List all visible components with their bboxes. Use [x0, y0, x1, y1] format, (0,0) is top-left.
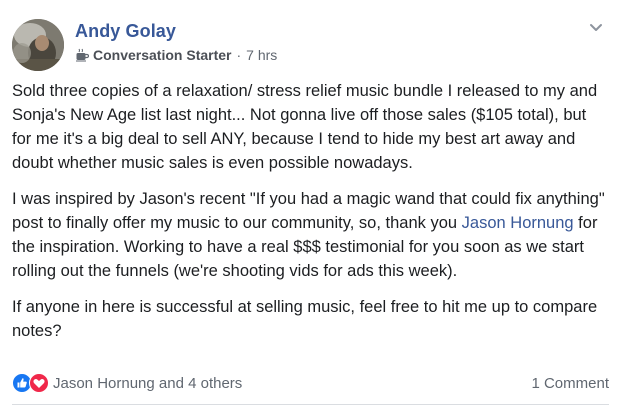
chevron-down-icon[interactable] — [589, 20, 603, 31]
meta-separator: · — [236, 47, 242, 63]
reactions-summary[interactable]: Jason Hornung and 4 others — [12, 373, 242, 393]
comments-count[interactable]: 1 Comment — [531, 375, 609, 392]
love-icon — [29, 373, 49, 393]
mention-link[interactable]: Jason Hornung — [462, 214, 574, 232]
post-body: Sold three copies of a relaxation/ stres… — [12, 79, 608, 355]
author-name[interactable]: Andy Golay — [75, 21, 176, 42]
avatar[interactable] — [12, 19, 64, 71]
post-footer: Jason Hornung and 4 others 1 Comment — [12, 372, 609, 394]
facebook-post: Andy Golay Conversation Starter · 7 hrs … — [0, 0, 617, 412]
post-paragraph-3: If anyone in here is successful at selli… — [12, 298, 598, 340]
coffee-cup-icon — [75, 48, 90, 62]
post-paragraph-1: Sold three copies of a relaxation/ stres… — [12, 82, 598, 172]
reaction-icons — [12, 373, 49, 393]
post-paragraph-2: I was inspired by Jason's recent "If you… — [12, 187, 608, 283]
avatar-photo — [12, 19, 64, 71]
post-timestamp[interactable]: 7 hrs — [246, 47, 277, 63]
reaction-names[interactable]: Jason Hornung and 4 others — [53, 375, 242, 392]
badge-label[interactable]: Conversation Starter — [93, 47, 231, 63]
footer-divider — [12, 404, 609, 405]
post-meta: Conversation Starter · 7 hrs — [75, 47, 277, 63]
